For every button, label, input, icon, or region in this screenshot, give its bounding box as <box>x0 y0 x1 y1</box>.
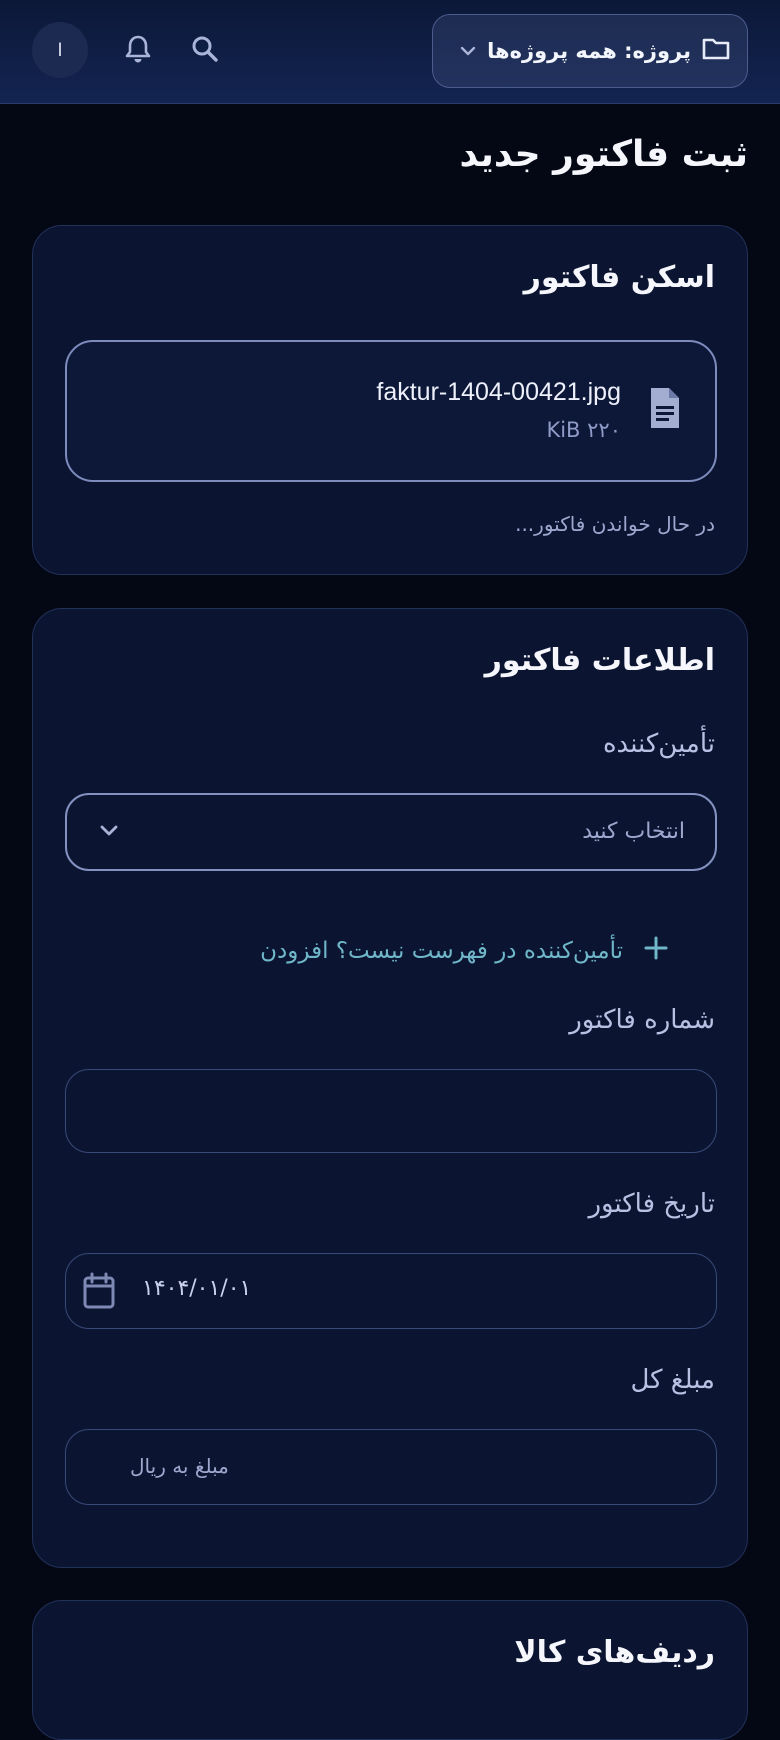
total-amount-label: مبلغ کل <box>630 1365 715 1395</box>
invoice-number-input[interactable] <box>65 1069 717 1153</box>
total-amount-placeholder: مبلغ به ریال <box>130 1454 229 1478</box>
total-amount-input[interactable]: مبلغ به ریال <box>65 1429 717 1505</box>
avatar-initial: ا <box>57 39 63 61</box>
invoice-date-input[interactable]: ۱۴۰۴/۰۱/۰۱ <box>65 1253 717 1329</box>
supplier-select-value: انتخاب کنید <box>582 819 685 844</box>
supplier-label: تأمین‌کننده <box>602 729 715 759</box>
add-supplier-link[interactable]: تأمین‌کننده در فهرست نیست؟ افزودن <box>260 935 669 967</box>
line-items-card: ردیف‌های کالا <box>32 1600 748 1740</box>
uploaded-file[interactable]: faktur-1404-00421.jpg ۲۲۰ KiB <box>65 340 717 482</box>
chevron-down-icon <box>97 823 121 843</box>
invoice-number-label: شماره فاکتور <box>569 1005 715 1035</box>
file-size: ۲۲۰ KiB <box>546 418 621 442</box>
chevron-down-icon <box>459 42 477 61</box>
project-selector-label: پروژه: همه پروژه‌ها <box>487 39 691 63</box>
top-bar: پروژه: همه پروژه‌ها ا <box>0 0 780 104</box>
bell-icon <box>123 33 153 69</box>
search-icon <box>189 33 221 69</box>
user-avatar[interactable]: ا <box>32 22 88 78</box>
file-name: faktur-1404-00421.jpg <box>376 378 621 406</box>
calendar-icon[interactable] <box>82 1272 116 1314</box>
plus-icon <box>643 935 669 967</box>
line-items-card-title: ردیف‌های کالا <box>514 1635 715 1670</box>
scan-status: در حال خواندن فاکتور... <box>515 512 715 536</box>
page-title: ثبت فاکتور جدید <box>459 134 748 175</box>
invoice-date-value: ۱۴۰۴/۰۱/۰۱ <box>142 1276 252 1301</box>
supplier-select[interactable]: انتخاب کنید <box>65 793 717 871</box>
search-button[interactable] <box>176 22 234 80</box>
scan-card-title: اسکن فاکتور <box>523 260 715 295</box>
invoice-date-label: تاریخ فاکتور <box>588 1189 715 1219</box>
folder-icon <box>701 36 731 66</box>
scan-invoice-card: اسکن فاکتور faktur-1404-00421.jpg ۲۲۰ Ki… <box>32 225 748 575</box>
invoice-card-title: اطلاعات فاکتور <box>484 643 715 678</box>
document-icon <box>647 386 683 434</box>
project-selector[interactable]: پروژه: همه پروژه‌ها <box>432 14 748 88</box>
add-supplier-label: تأمین‌کننده در فهرست نیست؟ افزودن <box>260 938 623 964</box>
invoice-info-card: اطلاعات فاکتور تأمین‌کننده انتخاب کنید ت… <box>32 608 748 1568</box>
notifications-button[interactable] <box>109 22 167 80</box>
